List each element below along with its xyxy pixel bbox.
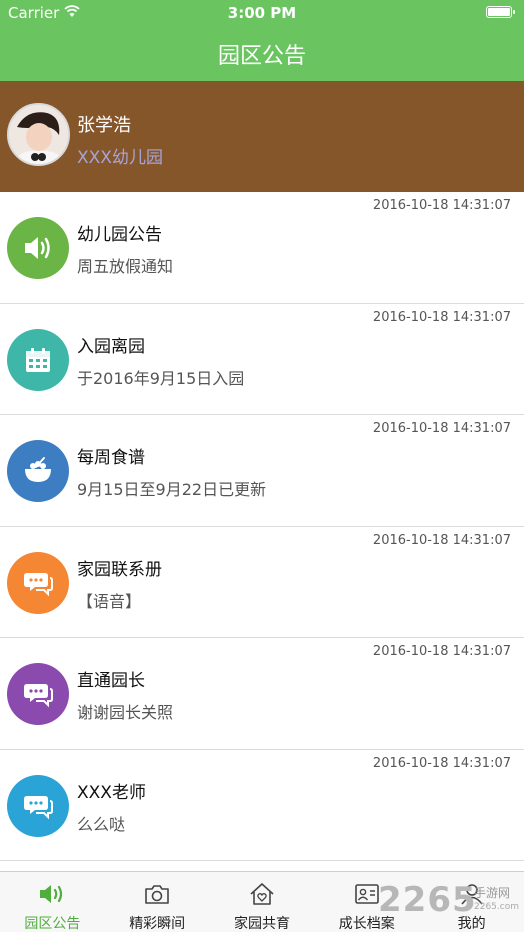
notice-title: XXX老师 xyxy=(77,782,146,803)
profile-card-icon xyxy=(353,881,381,907)
list-item[interactable]: 幼儿园公告 周五放假通知 2016-10-18 14:31:07 xyxy=(0,192,524,304)
notice-icon-circle xyxy=(7,774,69,837)
tab-label: 精彩瞬间 xyxy=(129,916,186,932)
watermark-number: 2265 xyxy=(378,880,477,920)
calendar-icon xyxy=(26,347,50,372)
profile-school: XXX幼儿园 xyxy=(77,148,163,168)
status-bar: Carrier 3:00 PM xyxy=(0,0,524,27)
notice-subtitle: 周五放假通知 xyxy=(77,257,174,276)
notice-timestamp: 2016-10-18 14:31:07 xyxy=(372,421,511,436)
chat-icon xyxy=(24,795,53,819)
chat-icon xyxy=(24,684,53,708)
notice-subtitle: 9月15日至9月22日已更新 xyxy=(77,480,267,499)
tab-co-education[interactable]: 家园共育 xyxy=(210,872,315,932)
list-item[interactable]: 家园联系册 【语音】 2016-10-18 14:31:07 xyxy=(0,526,524,638)
tab-moments[interactable]: 精彩瞬间 xyxy=(105,872,210,932)
notice-title: 幼儿园公告 xyxy=(77,225,162,245)
notice-icon-circle xyxy=(7,328,69,391)
profile-banner[interactable]: 张学浩 XXX幼儿园 xyxy=(0,81,524,192)
camera-icon xyxy=(143,881,171,907)
notice-title: 家园联系册 xyxy=(77,559,162,580)
list-item[interactable]: 每周食谱 9月15日至9月22日已更新 2016-10-18 14:31:07 xyxy=(0,415,524,527)
watermark-logo: 2265 手游网 2265.com xyxy=(378,880,520,930)
battery-icon xyxy=(486,6,515,18)
tab-announcements[interactable]: 园区公告 xyxy=(0,872,105,932)
notice-icon-circle xyxy=(7,217,69,279)
notice-timestamp: 2016-10-18 14:31:07 xyxy=(372,755,511,771)
notice-list: 幼儿园公告 周五放假通知 2016-10-18 14:31:07 入园离园 于2… xyxy=(0,192,524,861)
profile-name: 张学浩 xyxy=(77,115,131,136)
list-item[interactable]: XXX老师 么么哒 2016-10-18 14:31:07 xyxy=(0,749,524,861)
notice-title: 直通园长 xyxy=(77,671,145,691)
child-photo-icon xyxy=(9,105,68,164)
notice-subtitle: 【语音】 xyxy=(77,591,142,611)
notice-subtitle: 谢谢园长关照 xyxy=(77,703,174,722)
chat-icon xyxy=(24,572,53,596)
notice-icon-circle xyxy=(7,663,69,725)
page-title: 园区公告 xyxy=(217,44,306,69)
notice-icon-circle xyxy=(7,440,69,502)
list-item[interactable]: 直通园长 谢谢园长关照 2016-10-18 14:31:07 xyxy=(0,638,524,750)
notice-subtitle: 么么哒 xyxy=(77,814,126,834)
notice-title: 入园离园 xyxy=(77,336,145,357)
notice-timestamp: 2016-10-18 14:31:07 xyxy=(372,644,511,659)
watermark-text: 手游网 xyxy=(474,886,511,900)
avatar[interactable] xyxy=(7,103,70,166)
speaker-icon xyxy=(38,881,66,907)
home-heart-icon xyxy=(248,881,276,907)
watermark-url: 2265.com xyxy=(474,902,519,912)
tab-label: 园区公告 xyxy=(24,916,81,932)
notice-timestamp: 2016-10-18 14:31:07 xyxy=(372,532,511,548)
status-time: 3:00 PM xyxy=(227,4,297,22)
speaker-icon xyxy=(25,237,50,259)
notice-timestamp: 2016-10-18 14:31:07 xyxy=(372,198,511,213)
notice-timestamp: 2016-10-18 14:31:07 xyxy=(372,309,511,325)
notice-title: 每周食谱 xyxy=(77,448,145,468)
notice-icon-circle xyxy=(7,551,69,614)
notice-subtitle: 于2016年9月15日入园 xyxy=(77,368,245,388)
tab-label: 家园共育 xyxy=(233,916,290,932)
top-header: Carrier 3:00 PM 园区公告 xyxy=(0,0,524,81)
food-bowl-icon xyxy=(25,457,51,482)
list-item[interactable]: 入园离园 于2016年9月15日入园 2016-10-18 14:31:07 xyxy=(0,303,524,415)
